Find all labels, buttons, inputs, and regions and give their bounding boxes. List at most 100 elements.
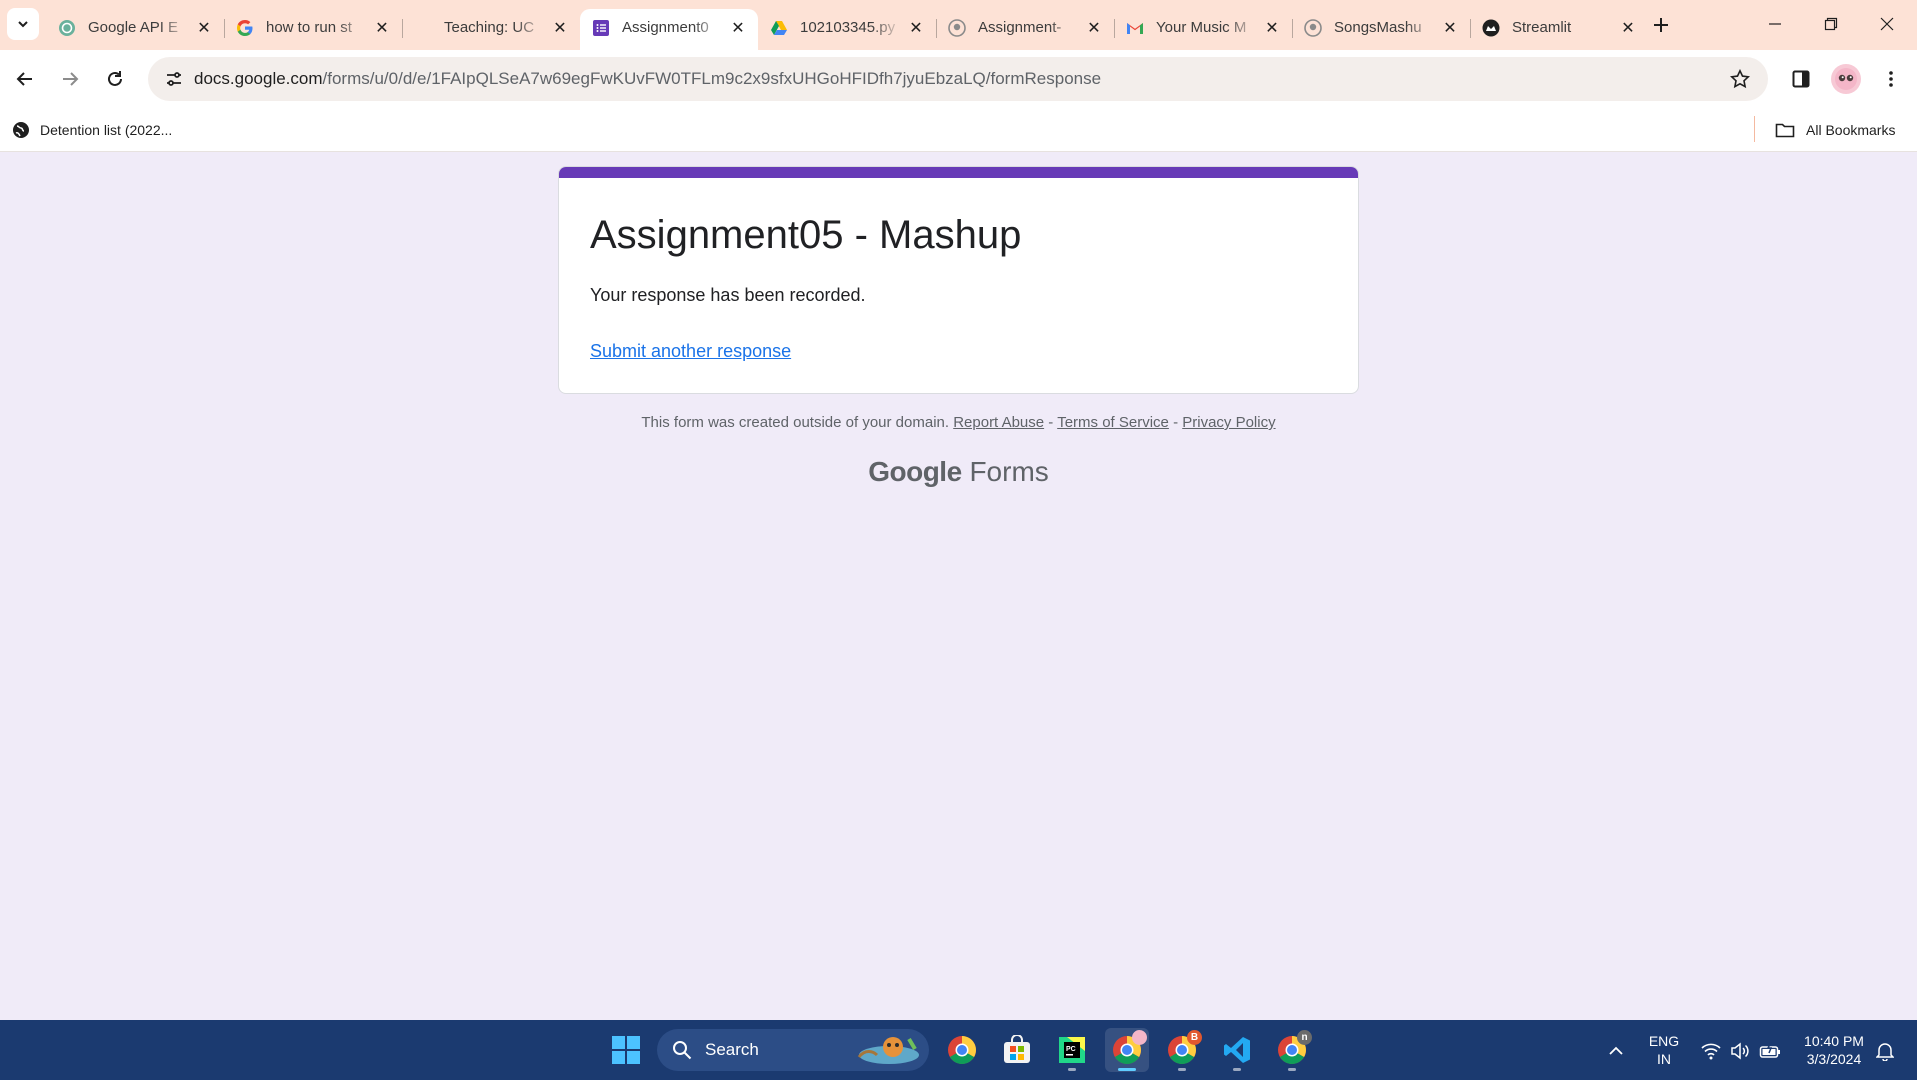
svg-text:PC: PC	[1066, 1046, 1076, 1053]
more-vertical-icon	[1889, 71, 1893, 87]
minimize-icon	[1769, 23, 1781, 25]
bookmarks-divider	[1754, 116, 1755, 142]
clock[interactable]: 10:40 PM 3/3/2024	[1796, 1032, 1872, 1068]
tab-title: Streamlit	[1512, 19, 1572, 36]
volume-button[interactable]	[1729, 1040, 1751, 1062]
taskbar-chrome-profile-3[interactable]: n	[1270, 1028, 1314, 1072]
running-indicator	[1068, 1068, 1076, 1071]
running-indicator	[1118, 1068, 1136, 1071]
bookmark-detention-list[interactable]: Detention list (2022...	[12, 116, 172, 144]
wifi-button[interactable]	[1700, 1040, 1722, 1062]
tab-streamlit[interactable]: Streamlit ✕	[1470, 9, 1648, 46]
tab-gmail[interactable]: Your Music M ✕	[1114, 9, 1292, 46]
browser-tab-strip: Google API E ✕ how to run st ✕ Teaching:…	[0, 0, 1917, 50]
running-indicator	[1288, 1068, 1296, 1071]
taskbar-chrome-profile-2[interactable]: B	[1160, 1028, 1204, 1072]
search-icon	[671, 1039, 693, 1061]
google-drive-icon	[770, 19, 788, 37]
profile-badge: n	[1297, 1030, 1312, 1045]
google-forms-logo[interactable]: Google Forms	[558, 456, 1359, 488]
close-icon	[1880, 17, 1894, 31]
close-icon[interactable]: ✕	[1440, 18, 1460, 38]
restore-icon	[1824, 17, 1838, 31]
report-abuse-link[interactable]: Report Abuse	[953, 414, 1044, 431]
close-icon[interactable]: ✕	[194, 18, 214, 38]
url-text[interactable]: docs.google.com/forms/u/0/d/e/1FAIpQLSeA…	[194, 69, 1101, 89]
form-footer: This form was created outside of your do…	[558, 414, 1359, 431]
tab-github-assignment[interactable]: Assignment- ✕	[936, 9, 1114, 46]
google-icon	[236, 19, 254, 37]
battery-button[interactable]	[1759, 1040, 1781, 1062]
url-domain: docs.google.com	[194, 69, 323, 88]
tab-title: Assignment0	[622, 19, 709, 36]
close-icon[interactable]: ✕	[906, 18, 926, 38]
search-label: Search	[705, 1040, 759, 1059]
reload-icon	[108, 71, 122, 86]
battery-charging-icon	[1759, 1042, 1780, 1058]
new-tab-button[interactable]	[1648, 12, 1674, 38]
taskbar-chrome[interactable]	[940, 1028, 984, 1072]
brand-forms: Forms	[969, 456, 1049, 487]
tab-github-songsmashup[interactable]: SongsMashu ✕	[1292, 9, 1470, 46]
close-window-button[interactable]	[1859, 0, 1915, 48]
vscode-icon	[1224, 1037, 1250, 1063]
profile-badge: B	[1187, 1030, 1202, 1045]
forward-button[interactable]	[53, 62, 87, 96]
taskbar-vscode[interactable]	[1215, 1028, 1259, 1072]
taskbar-chrome-profile-1[interactable]	[1105, 1028, 1149, 1072]
submit-another-response-link[interactable]: Submit another response	[590, 341, 791, 362]
tab-title: Your Music M	[1156, 19, 1247, 36]
google-forms-icon	[592, 19, 610, 37]
close-icon[interactable]: ✕	[1084, 18, 1104, 38]
reload-button[interactable]	[98, 62, 132, 96]
language-bottom: IN	[1657, 1051, 1671, 1067]
restore-button[interactable]	[1803, 0, 1859, 48]
close-icon[interactable]: ✕	[372, 18, 392, 38]
github-icon	[1304, 18, 1322, 37]
profile-avatar[interactable]	[1831, 64, 1861, 94]
plus-icon	[1654, 18, 1668, 32]
search-highlight-icon	[857, 1037, 919, 1064]
footer-separator: -	[1173, 414, 1179, 431]
gmail-icon	[1126, 19, 1144, 37]
form-accent-bar	[559, 167, 1358, 178]
chrome-menu-button[interactable]	[1874, 62, 1908, 96]
show-hidden-icons-button[interactable]	[1605, 1040, 1627, 1062]
close-icon[interactable]: ✕	[728, 18, 748, 38]
privacy-policy-link[interactable]: Privacy Policy	[1182, 414, 1275, 431]
tab-title: Google API E	[88, 19, 179, 36]
side-panel-button[interactable]	[1784, 62, 1818, 96]
clock-date: 3/3/2024	[1806, 1051, 1862, 1067]
all-bookmarks-button[interactable]: All Bookmarks	[1774, 116, 1895, 144]
blank-icon	[414, 19, 432, 37]
windows-start-icon	[612, 1036, 640, 1064]
notifications-button[interactable]	[1874, 1040, 1896, 1062]
taskbar-microsoft-store[interactable]	[995, 1028, 1039, 1072]
language-indicator[interactable]: ENG IN	[1640, 1032, 1688, 1068]
taskbar-search[interactable]: Search	[657, 1029, 929, 1071]
browser-toolbar: docs.google.com/forms/u/0/d/e/1FAIpQLSeA…	[0, 50, 1917, 108]
close-icon[interactable]: ✕	[1262, 18, 1282, 38]
site-info-button[interactable]	[158, 63, 190, 95]
terms-of-service-link[interactable]: Terms of Service	[1057, 414, 1169, 431]
chrome-icon	[948, 1036, 976, 1064]
taskbar-pycharm[interactable]: PC	[1050, 1028, 1094, 1072]
close-icon[interactable]: ✕	[1618, 18, 1638, 38]
tab-how-to-run[interactable]: how to run st ✕	[224, 9, 402, 46]
bookmark-star-button[interactable]	[1728, 67, 1752, 91]
brand-google: Google	[868, 456, 962, 487]
tab-search-button[interactable]	[7, 8, 39, 40]
form-response-card: Assignment05 - Mashup Your response has …	[558, 166, 1359, 394]
running-indicator	[1233, 1068, 1241, 1071]
close-icon[interactable]: ✕	[550, 18, 570, 38]
back-button[interactable]	[8, 62, 42, 96]
tab-google-api[interactable]: Google API E ✕	[46, 9, 224, 46]
tab-drive-file[interactable]: 102103345.py ✕	[758, 9, 936, 46]
openai-icon	[58, 19, 76, 37]
form-title: Assignment05 - Mashup	[590, 213, 1022, 257]
tab-teaching[interactable]: Teaching: UC ✕	[402, 9, 580, 46]
address-bar[interactable]: docs.google.com/forms/u/0/d/e/1FAIpQLSeA…	[148, 57, 1768, 101]
tab-assignment-form[interactable]: Assignment0 ✕	[580, 9, 758, 50]
start-button[interactable]	[604, 1028, 648, 1072]
minimize-button[interactable]	[1747, 0, 1803, 48]
